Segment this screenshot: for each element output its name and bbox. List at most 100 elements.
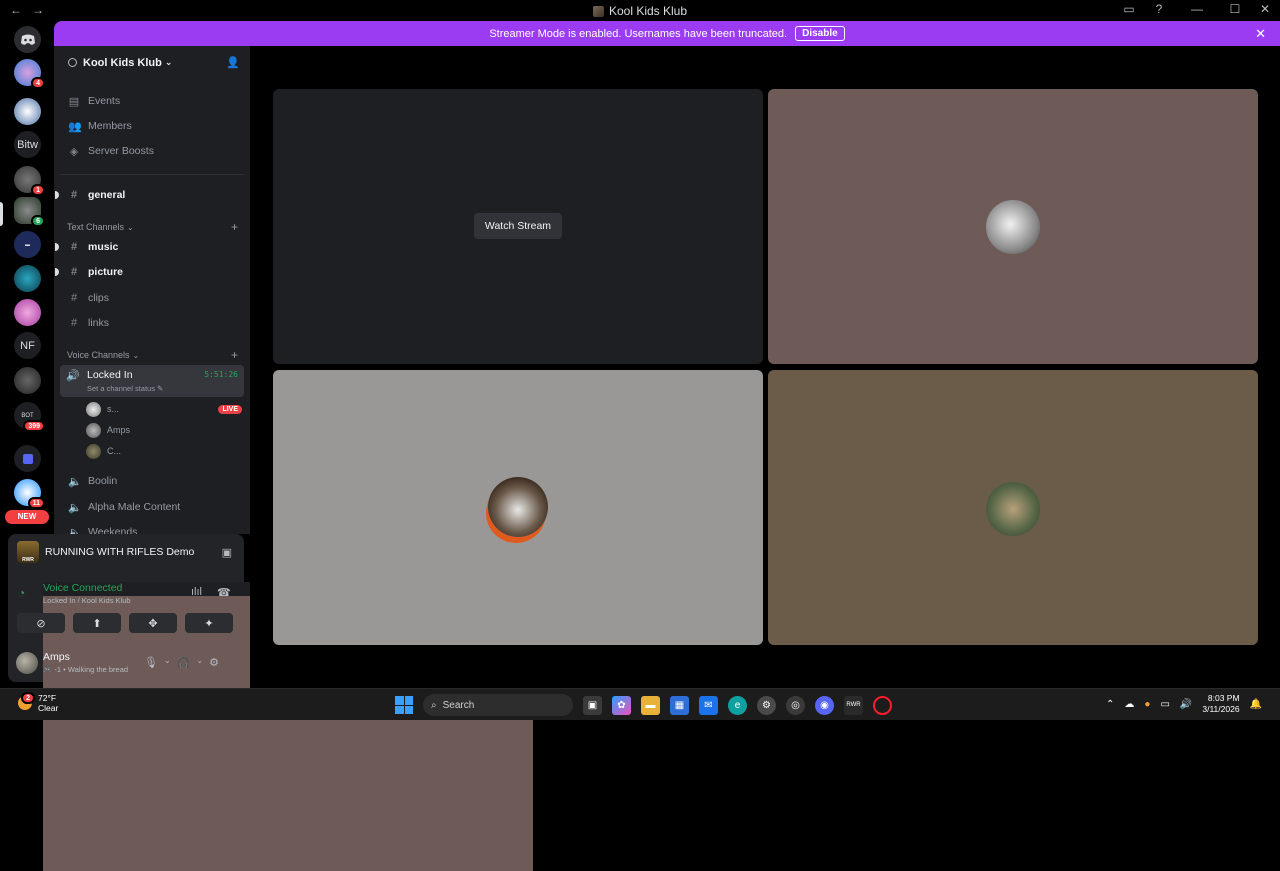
- screen-share-icon[interactable]: ▣: [222, 546, 232, 559]
- channel-clips[interactable]: # clips: [60, 287, 244, 309]
- server-icon-bitw[interactable]: Bitw: [14, 131, 41, 158]
- store-icon[interactable]: ▦: [670, 695, 689, 715]
- task-view-icon[interactable]: ▣: [583, 695, 602, 715]
- maximize-icon[interactable]: ☐: [1220, 2, 1250, 16]
- steam-icon[interactable]: ◎: [786, 695, 805, 715]
- outlook-icon[interactable]: ✉: [699, 695, 718, 715]
- speaker-icon: 🔈: [68, 501, 82, 514]
- server-icon-2[interactable]: [14, 98, 41, 125]
- volume-icon[interactable]: 🔊: [1180, 699, 1192, 710]
- stream-tile[interactable]: Watch Stream: [273, 89, 763, 364]
- microphone-icon[interactable]: 🎙: [144, 656, 158, 669]
- taskbar-apps: ⌕ Search ▣ ✿ ▬ ▦ ✉ e ⚙ ◎ ◉ RWR: [395, 694, 892, 716]
- participant-tile[interactable]: [273, 370, 763, 645]
- inbox-icon[interactable]: ▭: [1114, 2, 1144, 16]
- activity-name: RUNNING WITH RIFLES Demo: [45, 546, 195, 558]
- disable-button[interactable]: Disable: [795, 26, 845, 41]
- camera-off-button[interactable]: ⊘: [17, 613, 65, 633]
- soundboard-button[interactable]: ✦: [185, 613, 233, 633]
- invite-icon[interactable]: 👤: [226, 56, 240, 69]
- discord-taskbar-icon[interactable]: ◉: [815, 695, 834, 715]
- weather-widget[interactable]: 2 72°F Clear: [18, 692, 58, 713]
- voice-member[interactable]: C...: [86, 442, 242, 460]
- notifications-icon[interactable]: 🔔: [1250, 699, 1262, 710]
- channel-status[interactable]: Set a channel status ✎: [87, 384, 163, 393]
- help-icon[interactable]: ?: [1144, 2, 1174, 16]
- discord-home-icon[interactable]: [14, 26, 41, 53]
- participant-tile[interactable]: [768, 370, 1258, 645]
- headphones-icon[interactable]: 🎧: [177, 656, 191, 669]
- voice-channel-boolin[interactable]: 🔈 Boolin: [60, 470, 244, 492]
- category-voice-channels[interactable]: Voice Channels ⌄ +: [60, 348, 244, 362]
- voice-member[interactable]: Amps: [86, 421, 242, 439]
- network-icon[interactable]: ▭: [1160, 699, 1169, 710]
- server-icon-1[interactable]: 4: [14, 59, 45, 89]
- category-text-channels[interactable]: Text Channels ⌄ +: [60, 220, 244, 234]
- share-screen-icon: ⬆: [92, 617, 102, 630]
- folder-icon[interactable]: [14, 445, 41, 472]
- members-icon: 👥: [68, 120, 82, 133]
- hashtag-icon: #: [70, 189, 78, 201]
- voice-channel-weekends[interactable]: 🔈 Weekends: [60, 521, 244, 534]
- channel-links[interactable]: # links: [60, 312, 244, 334]
- server-folder-icon[interactable]: [14, 367, 41, 394]
- add-channel-icon[interactable]: +: [231, 220, 238, 234]
- sidebar-item-server-boosts[interactable]: ◈ Server Boosts: [60, 140, 244, 162]
- mention-badge: 399: [23, 420, 45, 432]
- close-icon[interactable]: ✕: [1255, 26, 1266, 42]
- edge-icon[interactable]: e: [728, 695, 747, 715]
- user-area: Amps 🎮 -1 • Walking the bread 🎙 ⌄ 🎧 ⌄ ⚙: [8, 648, 244, 678]
- chevron-down-icon[interactable]: ⌄: [164, 656, 171, 669]
- user-panel: RWR RUNNING WITH RIFLES Demo ▣ ◔ Voice C…: [8, 534, 533, 871]
- speaker-icon: 🔊: [66, 370, 80, 382]
- signal-icon[interactable]: ◔: [18, 586, 25, 600]
- server-icon-4[interactable]: ▬: [14, 231, 41, 258]
- chevron-down-icon: ⌄: [127, 222, 134, 232]
- windows-start-icon[interactable]: [395, 696, 413, 714]
- search-input[interactable]: ⌕ Search: [423, 694, 573, 716]
- chevron-down-icon[interactable]: ⌄: [196, 656, 203, 669]
- add-channel-icon[interactable]: +: [231, 348, 238, 362]
- sidebar-item-members[interactable]: 👥 Members: [60, 115, 244, 137]
- share-screen-button[interactable]: ⬆: [73, 613, 121, 633]
- temperature: 72°F: [38, 693, 57, 703]
- chevron-down-icon: ⌄: [132, 350, 140, 360]
- chevron-up-icon[interactable]: ⌃: [1106, 699, 1114, 710]
- server-icon-3[interactable]: 1: [14, 166, 45, 196]
- microphone-in-use-icon[interactable]: ●: [1144, 699, 1150, 710]
- user-name[interactable]: Amps: [43, 651, 70, 663]
- onedrive-icon[interactable]: ☁: [1124, 699, 1134, 710]
- category-label: Text Channels: [67, 222, 125, 232]
- gear-icon[interactable]: ⚙: [209, 656, 219, 669]
- participant-tile[interactable]: [768, 89, 1258, 364]
- close-window-icon[interactable]: ✕: [1250, 2, 1280, 16]
- channel-picture[interactable]: # picture: [55, 261, 244, 283]
- voice-channel-alpha-male-content[interactable]: 🔈 Alpha Male Content: [60, 496, 244, 518]
- watch-stream-button[interactable]: Watch Stream: [474, 213, 562, 239]
- file-explorer-icon[interactable]: ▬: [641, 695, 660, 715]
- voice-member[interactable]: s... LIVE: [86, 400, 242, 418]
- minimize-icon[interactable]: —: [1174, 2, 1220, 16]
- guild-header[interactable]: Kool Kids Klub ⌄ 👤: [54, 46, 250, 79]
- sidebar-item-events[interactable]: ▤ Events: [60, 90, 244, 112]
- voice-channel-locked-in[interactable]: 🔊 Locked In Set a channel status ✎ 5:51:…: [60, 365, 244, 397]
- activities-button[interactable]: ✥: [129, 613, 177, 633]
- channel-music[interactable]: # music: [55, 236, 244, 258]
- noise-suppression-icon[interactable]: ılıl: [191, 586, 202, 598]
- server-icon-nf[interactable]: NF: [14, 332, 41, 359]
- server-icon-5[interactable]: [14, 265, 41, 292]
- server-icon-6[interactable]: [14, 299, 41, 326]
- avatar[interactable]: [16, 652, 38, 674]
- server-folder-bot[interactable]: BOT 399: [14, 402, 45, 432]
- copilot-icon[interactable]: ✿: [612, 695, 631, 715]
- member-name: s...: [107, 404, 120, 414]
- disconnect-icon[interactable]: ☎: [217, 586, 231, 599]
- settings-app-icon[interactable]: ⚙: [757, 695, 776, 715]
- clock[interactable]: 8:03 PM 3/11/2026: [1202, 693, 1239, 715]
- mention-badge: 1: [31, 184, 45, 196]
- rwr-game-icon[interactable]: RWR: [844, 695, 863, 715]
- server-icon-kool-kids-klub[interactable]: 6: [14, 197, 45, 227]
- channel-general[interactable]: # general: [55, 184, 244, 206]
- opera-icon[interactable]: [873, 695, 892, 715]
- server-icon-7[interactable]: 11: [14, 479, 45, 509]
